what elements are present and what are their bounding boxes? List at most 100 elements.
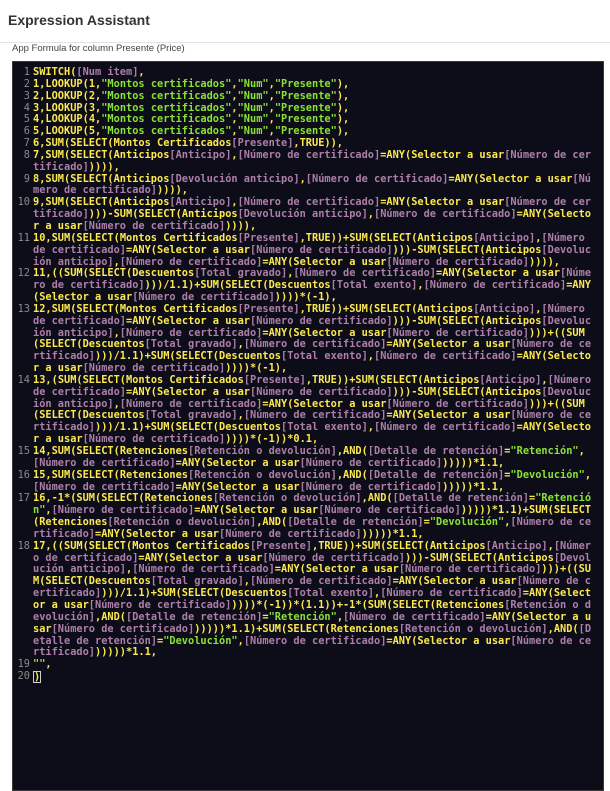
code-token: Montos Certificados <box>132 539 250 552</box>
code-token: Montos Certificados <box>113 137 232 150</box>
code-token: Anticipos <box>498 551 554 564</box>
code-token: Anticipos <box>423 373 480 386</box>
code-token: Selector a usar <box>411 148 505 161</box>
code-token: ANY( <box>522 350 548 363</box>
code-text[interactable]: 12,SUM(SELECT(Montos Certificados[Presen… <box>33 303 603 375</box>
code-text[interactable]: 9,SUM(SELECT(Anticipos[Anticipo],[Número… <box>33 196 603 233</box>
code-text[interactable]: ) <box>33 671 603 684</box>
code-token: 4, <box>88 113 102 126</box>
code-token: ))))*(-1), <box>274 291 337 304</box>
code-text[interactable]: 15,SUM(SELECT(Retenciones[Retención o de… <box>33 468 603 494</box>
code-text[interactable]: 11,((SUM(SELECT(Descuentos[Total gravado… <box>33 267 603 304</box>
code-token: Selector a usar <box>293 326 387 339</box>
code-token: Descuentos <box>132 267 195 280</box>
code-token: )))), <box>157 184 188 197</box>
code-token: 3, <box>88 101 102 114</box>
code-token: [Retención o devolución] <box>188 468 337 481</box>
code-token: ,TRUE))+ <box>312 539 362 552</box>
line-number: 1 <box>23 66 30 78</box>
code-line[interactable]: 16 15,SUM(SELECT(Retenciones[Retención o … <box>13 468 603 494</box>
code-text[interactable]: 13,(SUM(SELECT(Montos Certificados[Prese… <box>33 373 603 446</box>
code-token: 7, <box>33 148 46 161</box>
code-token: Selector a usar <box>206 480 300 493</box>
code-token: 2, <box>33 89 46 102</box>
code-text[interactable]: "", <box>33 658 603 671</box>
code-line[interactable]: 9 8,SUM(SELECT(Anticipos[Devolución antic… <box>13 172 603 198</box>
code-token: [Número de certificado] <box>386 397 529 410</box>
code-token: [Anticipo] <box>169 148 232 161</box>
code-line[interactable]: 18 17,((SUM(SELECT(Montos Certificados[Pr… <box>13 539 603 659</box>
code-token: [Número de certificado] <box>82 362 226 375</box>
code-line[interactable]: 13 12,SUM(SELECT(Montos Certificados[Pres… <box>13 303 603 375</box>
code-token: [Total gravado] <box>144 409 238 422</box>
code-token: Anticipos <box>485 243 542 256</box>
code-token: Anticipos <box>113 172 170 185</box>
code-line[interactable]: 14 13,(SUM(SELECT(Montos Certificados[Pre… <box>13 373 603 446</box>
header: Expression Assistant <box>0 0 610 43</box>
code-line[interactable]: 17 16,-1*(SUM(SELECT(Retenciones[Retenció… <box>13 492 603 540</box>
code-token: ANY( <box>522 208 548 221</box>
code-token: AND( <box>262 516 288 529</box>
code-token: )))))*1.1, <box>361 527 424 540</box>
code-token: "Montos certificados" <box>101 113 232 126</box>
code-token: [Número de certificado] <box>386 326 529 339</box>
code-token: )))+(( <box>541 563 579 576</box>
code-token: Anticipos <box>417 231 474 244</box>
code-token: )))), <box>225 219 257 232</box>
code-token: [Total gravado] <box>150 575 244 588</box>
formula-editor[interactable]: 1 SWITCH([Num item], 2 1,LOOKUP(1,"Montos c… <box>12 61 604 791</box>
code-token: SUM(SELECT( <box>45 148 114 161</box>
code-token: )))/1.1)+ <box>144 279 201 292</box>
code-text[interactable]: 8,SUM(SELECT(Anticipos[Devolución antici… <box>33 172 603 198</box>
code-token: [Número de certificado] <box>243 409 387 422</box>
line-number: 10 <box>17 196 30 209</box>
code-token: Selector a usar <box>411 196 505 209</box>
code-token: Selector a usar <box>417 338 511 351</box>
code-token: )))), <box>88 160 120 173</box>
code-token: SUM(SELECT( <box>429 551 499 564</box>
code-token: SUM(SELECT( <box>51 445 120 457</box>
code-token: SUM(SELECT( <box>157 587 226 600</box>
code-token: [Número de certificado] <box>423 279 567 292</box>
line-number: 16 <box>17 468 30 481</box>
code-token: Selector a usar <box>467 267 561 280</box>
code-line[interactable]: 10 9,SUM(SELECT(Anticipos[Anticipo],[Núme… <box>13 196 603 233</box>
code-token: AND( <box>343 445 368 457</box>
code-line[interactable]: 20) <box>13 670 603 684</box>
code-token: ANY( <box>386 148 412 161</box>
code-token: [Número de certificado] <box>250 314 393 327</box>
code-token: Selector a usar <box>293 397 387 410</box>
code-text[interactable]: 16,-1*(SUM(SELECT(Retenciones[Retención … <box>33 492 603 540</box>
code-text[interactable]: 14,SUM(SELECT(Retenciones[Retención o de… <box>33 445 603 470</box>
code-token: [Número de certificado] <box>88 598 232 611</box>
code-text[interactable]: 7,SUM(SELECT(Anticipos[Anticipo],[Número… <box>33 148 603 174</box>
code-line[interactable]: 12 11,((SUM(SELECT(Descuentos[Total grava… <box>13 267 603 304</box>
code-line[interactable]: 8 7,SUM(SELECT(Anticipos[Anticipo],[Númer… <box>13 148 603 174</box>
code-token: ANY( <box>132 243 158 256</box>
code-token: [Número de certificado] <box>374 350 517 363</box>
code-line[interactable]: 15 14,SUM(SELECT(Retenciones[Retención o … <box>13 445 603 470</box>
code-token: "Montos certificados" <box>101 89 232 102</box>
code-text[interactable]: 17,((SUM(SELECT(Montos Certificados[Pres… <box>33 539 603 659</box>
code-token: ANY( <box>101 527 127 540</box>
code-token: "Montos certificados" <box>101 125 232 138</box>
code-line[interactable]: 11 10,SUM(SELECT(Montos Certificados[Pres… <box>13 231 603 269</box>
code-token: 15, <box>33 468 52 481</box>
code-text[interactable]: 10,SUM(SELECT(Montos Certificados[Presen… <box>33 231 603 269</box>
code-token: Selector a usar <box>225 504 319 517</box>
code-token: "Num" <box>237 101 269 114</box>
code-token: ANY( <box>522 421 548 434</box>
code-token: SUM(SELECT( <box>417 243 486 256</box>
code-line[interactable]: 19 "", <box>13 658 603 671</box>
code-lines[interactable]: 1 SWITCH([Num item], 2 1,LOOKUP(1,"Montos c… <box>13 66 603 684</box>
code-token: Selector a usar <box>293 255 387 268</box>
code-token: )))/1.1)+ <box>101 587 157 600</box>
code-token: )))/1.1)+ <box>95 350 151 363</box>
code-token: [Número de certificado] <box>398 563 542 576</box>
code-token: )))- <box>392 243 418 256</box>
code-token: SUM(SELECT( <box>417 314 486 327</box>
code-token: [Número de certificado] <box>380 587 523 600</box>
code-token: "Presente" <box>274 89 337 102</box>
code-token: Selector a usar <box>169 551 263 564</box>
code-token: ANY( <box>392 634 418 647</box>
